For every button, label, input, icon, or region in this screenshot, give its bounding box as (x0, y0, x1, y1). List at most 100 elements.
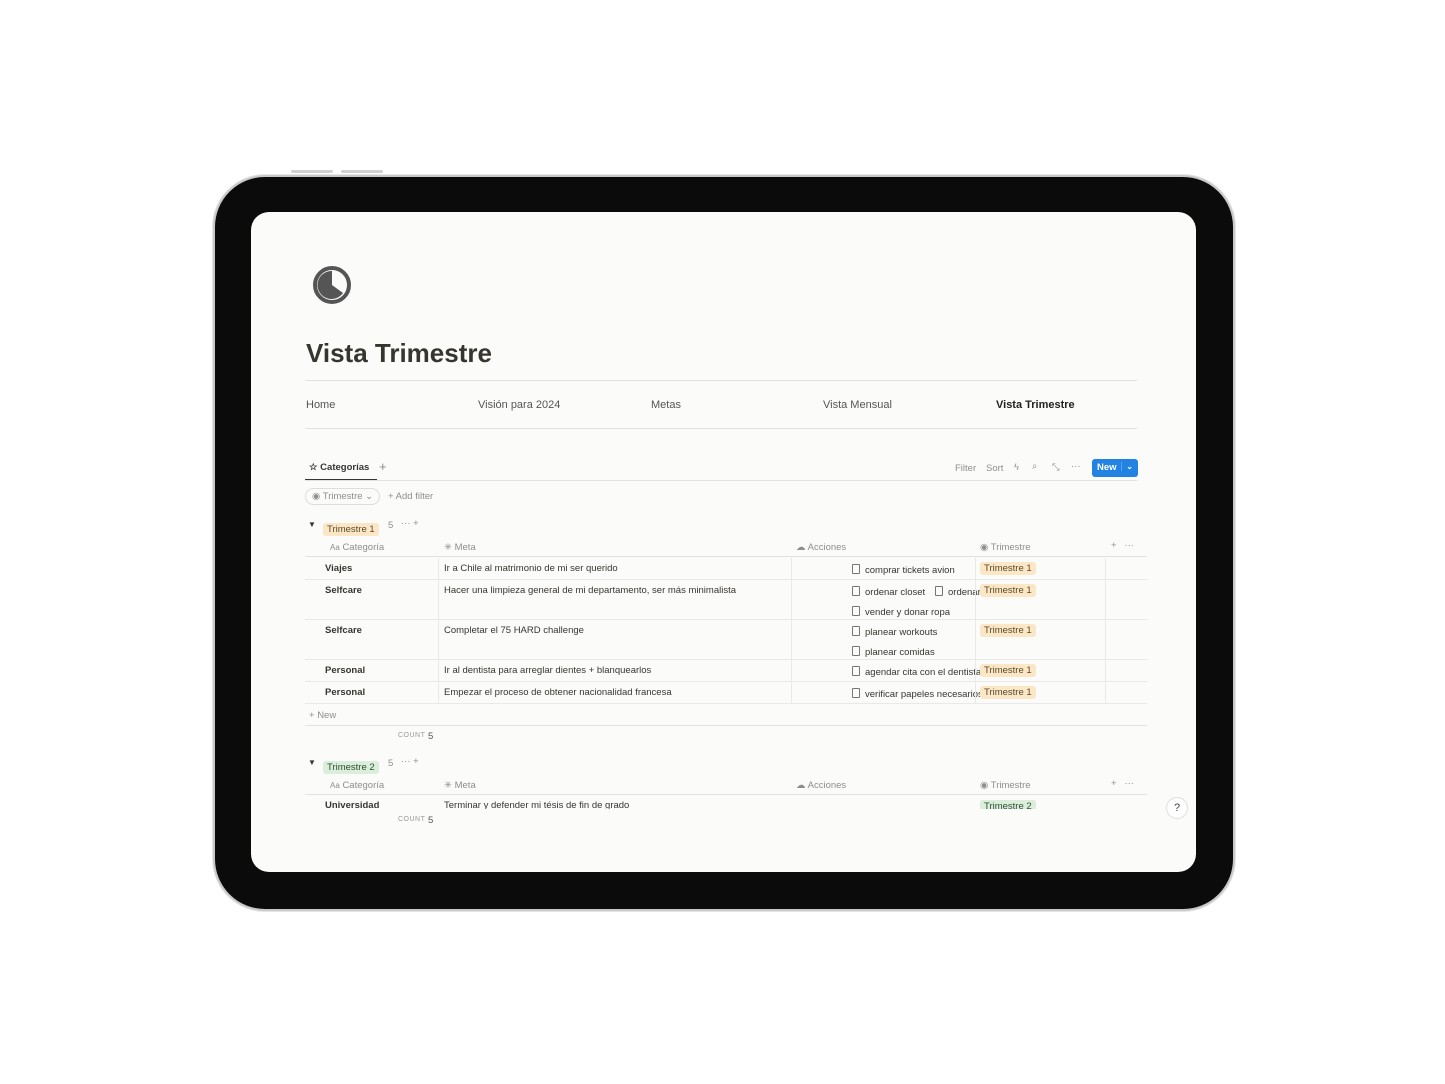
group-header: Trimestre 1 (323, 519, 379, 537)
meta-cell: Ir al dentista para arreglar dientes + b… (444, 665, 652, 676)
add-column-icon[interactable]: + ··· (1111, 540, 1134, 551)
column-label: Meta (454, 542, 476, 553)
more-icon[interactable]: ··· (1071, 461, 1081, 472)
help-button[interactable]: ? (1166, 797, 1188, 819)
column-label: Categoría (342, 780, 385, 791)
filter-button[interactable]: Filter (955, 463, 976, 474)
table-row[interactable]: Universidad Terminar y defender mi tésis… (305, 798, 1147, 809)
trimestre-cell: Trimestre 1 (980, 686, 1036, 699)
categoria-cell: Personal (325, 665, 366, 676)
search-icon[interactable]: ⌕ (1032, 461, 1037, 472)
trimestre-cell: Trimestre 2 (980, 800, 1036, 809)
table-row[interactable]: Selfcare Hacer una limpieza general de m… (305, 580, 1147, 620)
nav-metas[interactable]: Metas (651, 399, 681, 411)
new-label: New (1097, 462, 1117, 473)
count-value: 5 (428, 815, 434, 826)
accion-label: comprar tickets avion (865, 565, 955, 576)
column-divider (791, 620, 792, 660)
accion-label: vender y donar ropa (865, 607, 951, 618)
column-divider (791, 558, 792, 580)
group-label: Trimestre 1 (323, 523, 379, 536)
trimestre-cell: Trimestre 1 (980, 664, 1036, 677)
column-label: Meta (454, 780, 476, 791)
accion-link[interactable]: vender y donar ropa (852, 606, 950, 618)
table-row[interactable]: Viajes Ir a Chile al matrimonio de mi se… (305, 558, 1147, 580)
volume-button (291, 170, 333, 173)
column-divider (975, 682, 976, 704)
column-divider (975, 558, 976, 580)
star-icon: ☆ (309, 462, 318, 473)
meta-cell: Terminar y defender mi tésis de fin de g… (444, 800, 630, 809)
group-count: 5 (388, 758, 394, 769)
accion-link[interactable]: verificar papeles necesarios (852, 688, 983, 700)
column-categoria[interactable]: Aa Categoría (330, 542, 384, 553)
power-button (341, 170, 383, 173)
nav-mensual[interactable]: Vista Mensual (823, 399, 892, 411)
screen: Vista Trimestre Home Visión para 2024 Me… (251, 212, 1196, 872)
nav-vision[interactable]: Visión para 2024 (478, 399, 560, 411)
page-icon (935, 586, 943, 596)
accion-link[interactable]: ordenar closet (852, 586, 925, 598)
collapse-toggle[interactable]: ▼ (308, 758, 316, 767)
categoria-cell: Viajes (325, 563, 353, 574)
column-meta[interactable]: ✳ Meta (444, 780, 476, 791)
column-label: Trimestre (990, 780, 1031, 791)
table-row[interactable]: Personal Ir al dentista para arreglar di… (305, 660, 1147, 682)
add-row-button[interactable]: + New (309, 710, 336, 721)
page-icon (852, 646, 860, 656)
column-divider (791, 682, 792, 704)
lightning-icon[interactable]: ϟ (1014, 462, 1019, 473)
table-row[interactable]: Personal Empezar el proceso de obtener n… (305, 682, 1147, 704)
accion-link[interactable]: comprar tickets avion (852, 564, 955, 576)
trimestre-filter-chip[interactable]: ◉ Trimestre ⌄ (305, 488, 381, 505)
add-column-icon[interactable]: + ··· (1111, 778, 1134, 789)
trimestre-cell: Trimestre 1 (980, 562, 1036, 575)
column-divider (791, 660, 792, 682)
nav-home[interactable]: Home (306, 399, 335, 411)
new-row-label: New (317, 710, 337, 721)
expand-icon[interactable]: ⤡ (1052, 462, 1060, 473)
column-acciones[interactable]: ☁ Acciones (796, 780, 846, 791)
chip-label: Trimestre (322, 491, 363, 502)
group-more-icon[interactable]: ··· + (401, 518, 419, 529)
table-row[interactable]: Selfcare Completar el 75 HARD challenge … (305, 620, 1147, 660)
column-divider (438, 620, 439, 660)
group-more-icon[interactable]: ··· + (401, 756, 419, 767)
column-divider (1105, 660, 1106, 682)
accion-label: planear comidas (865, 647, 935, 658)
text-icon: Aa (330, 543, 340, 552)
sort-button[interactable]: Sort (986, 463, 1003, 474)
group-count: 5 (388, 520, 394, 531)
page-icon (852, 564, 860, 574)
chevron-down-icon[interactable]: ⌄ (1121, 462, 1133, 471)
group-label: Trimestre 2 (323, 761, 379, 774)
nav-trimestre[interactable]: Vista Trimestre (996, 399, 1075, 411)
accion-link[interactable]: planear comidas (852, 646, 935, 658)
accion-link[interactable]: agendar cita con el dentista (852, 666, 981, 678)
trimestre-tag: Trimestre 1 (980, 562, 1036, 575)
tab-categorias[interactable]: ☆ Categorías (309, 462, 369, 473)
accion-label: ordenar closet (865, 587, 926, 598)
add-view-icon[interactable]: + (379, 459, 387, 474)
add-filter-button[interactable]: + Add filter (388, 491, 433, 502)
accion-label: planear workouts (865, 627, 938, 638)
page-icon (852, 606, 860, 616)
count-label: COUNT (398, 816, 426, 823)
column-label: Acciones (807, 542, 847, 553)
column-meta[interactable]: ✳ Meta (444, 542, 476, 553)
collapse-toggle[interactable]: ▼ (308, 520, 316, 529)
column-trimestre[interactable]: ◉ Trimestre (980, 542, 1031, 553)
accion-link[interactable]: planear workouts (852, 626, 937, 638)
column-divider (1105, 620, 1106, 660)
categoria-cell: Selfcare (325, 585, 362, 596)
new-button[interactable]: New ⌄ (1092, 459, 1138, 477)
divider (305, 428, 1137, 429)
cloud-icon: ☁ (796, 780, 806, 791)
column-trimestre[interactable]: ◉ Trimestre (980, 780, 1031, 791)
column-categoria[interactable]: Aa Categoría (330, 780, 384, 791)
column-divider (975, 580, 976, 620)
divider (305, 380, 1137, 381)
column-divider (1105, 682, 1106, 704)
column-acciones[interactable]: ☁ Acciones (796, 542, 846, 553)
page-icon (852, 688, 860, 698)
